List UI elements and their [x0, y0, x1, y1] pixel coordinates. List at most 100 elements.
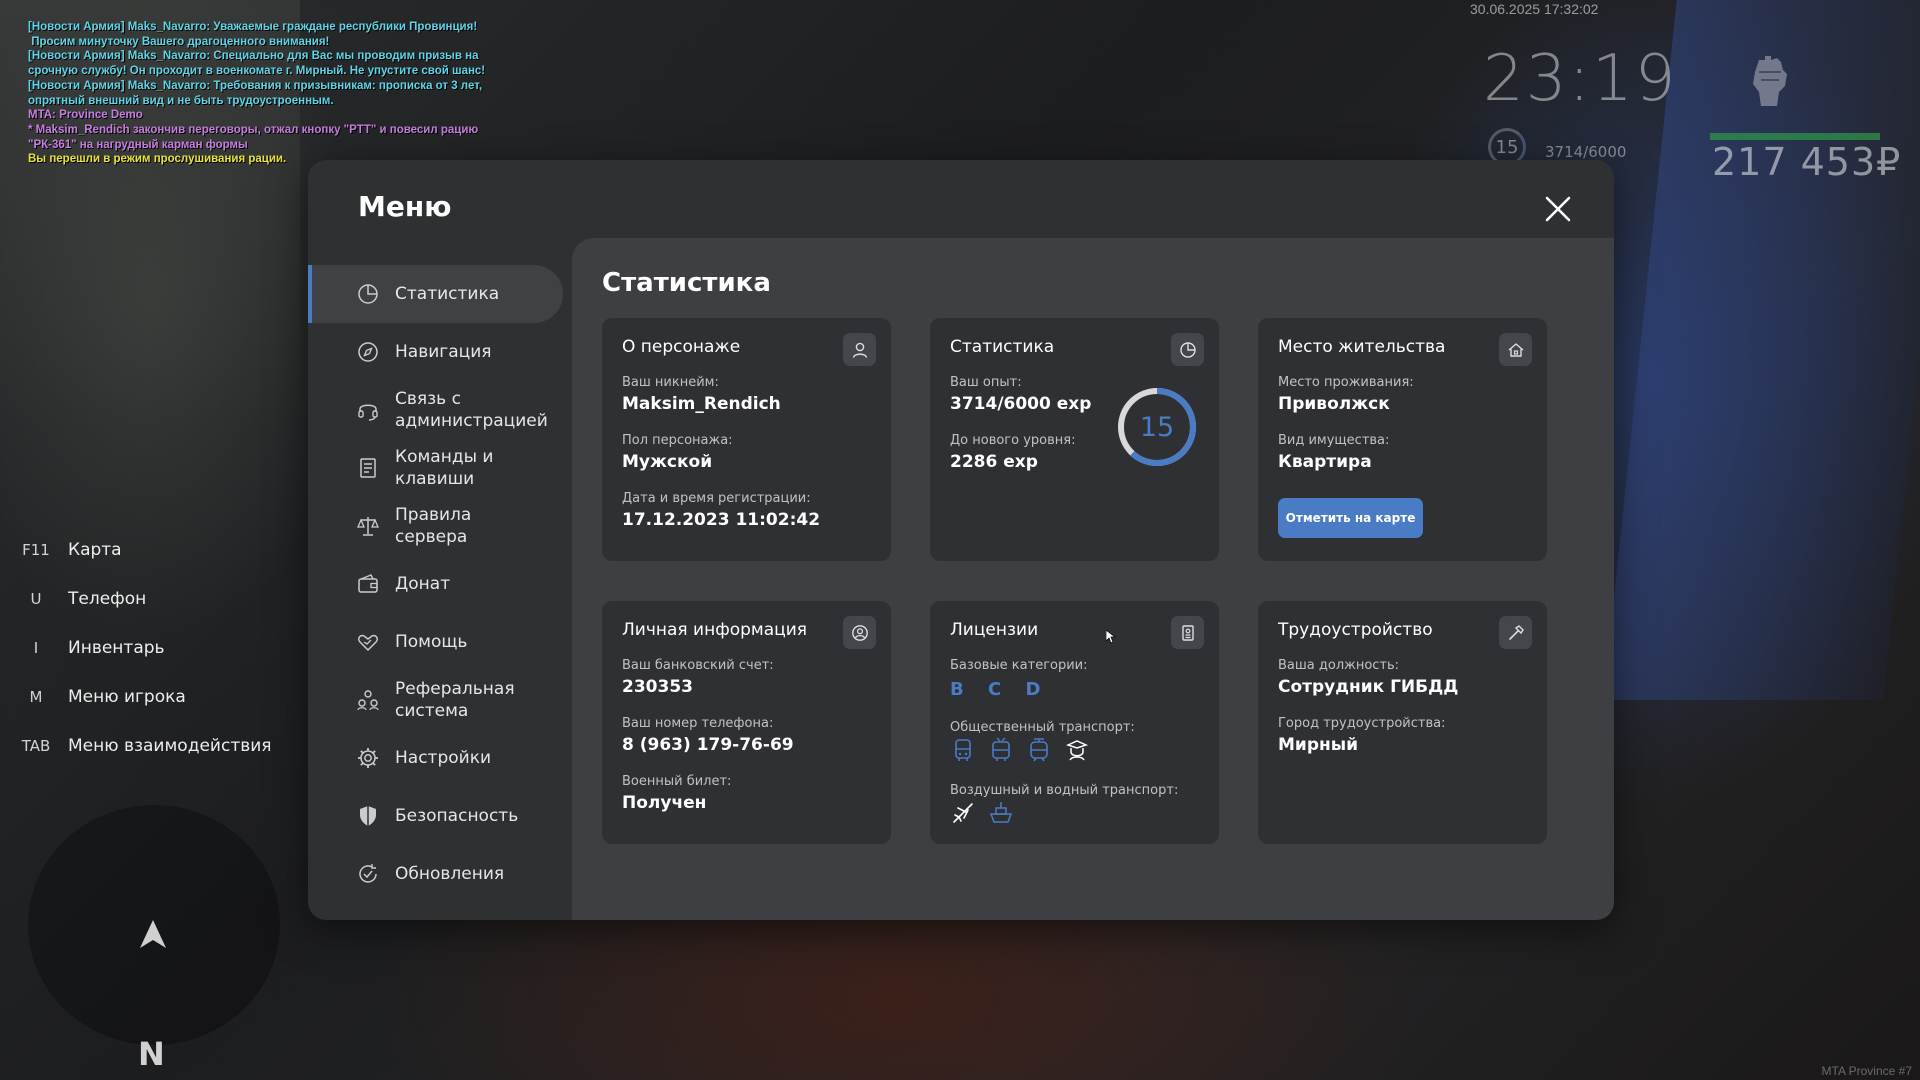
minimap-north-label: N	[138, 1035, 165, 1073]
home-icon	[1499, 333, 1532, 366]
sidebar-item-label: Безопасность	[395, 806, 519, 826]
modal-title: Меню	[358, 190, 452, 223]
gender-label: Пол персонажа:	[622, 433, 733, 448]
work-city-value: Мирный	[1278, 735, 1359, 755]
tram-icon	[1030, 738, 1048, 762]
sidebar-item-label: Помощь	[395, 632, 468, 652]
card-residence: Место жительства Место проживания: Приво…	[1258, 318, 1547, 561]
card-personal-info: Личная информация Ваш банковский счет: 2…	[602, 601, 891, 844]
mark-on-map-button[interactable]: Отметить на карте	[1278, 498, 1423, 538]
people-icon	[357, 690, 379, 711]
sidebar-item[interactable]: Обновления	[308, 845, 563, 903]
sidebar-item-label: Донат	[395, 574, 451, 594]
keybind-key: M	[29, 687, 43, 706]
sidebar-item[interactable]: Правила сервера	[308, 497, 563, 555]
hammer-icon	[1499, 616, 1532, 649]
player-arrow-icon	[140, 920, 166, 952]
card-title: Статистика	[950, 337, 1055, 357]
keybind-label: Телефон	[68, 588, 147, 609]
chat-line: MTA: Province Demo	[28, 109, 143, 122]
air-water-label: Воздушный и водный транспорт:	[950, 783, 1179, 798]
property-type-value: Квартира	[1278, 452, 1372, 472]
sidebar-nav: Статистика Навигация Связь с администрацие…	[308, 265, 563, 903]
card-title: Личная информация	[622, 620, 808, 640]
plane-icon	[953, 803, 973, 823]
base-categories-label: Базовые категории:	[950, 658, 1088, 673]
reg-value: 17.12.2023 11:02:42	[622, 510, 821, 530]
hud-exp: 3714/6000	[1545, 143, 1627, 161]
boat-icon	[989, 802, 1013, 823]
keybind-item: M Меню игрока	[18, 672, 272, 721]
hud-health-bar	[1710, 133, 1880, 140]
sidebar-item[interactable]: Настройки	[308, 729, 563, 787]
military-value: Получен	[622, 793, 707, 813]
wallet-icon	[358, 574, 378, 593]
server-label: MTA Province #7	[1821, 1064, 1912, 1078]
exp-label: Ваш опыт:	[950, 375, 1022, 390]
hud-datetime: 30.06.2025 17:32:02	[1470, 1, 1599, 17]
shield-icon	[360, 806, 376, 826]
position-value: Сотрудник ГИБДД	[1278, 677, 1459, 697]
sidebar-item[interactable]: Команды и клавиши	[308, 439, 563, 497]
content-panel: Статистика О персонаже Ваш никнейм: Maks…	[572, 238, 1614, 920]
military-label: Военный билет:	[622, 774, 732, 789]
sidebar-item-label: Команды и клавиши	[395, 447, 494, 489]
headset-icon	[358, 404, 378, 421]
pie-chart-icon	[358, 284, 378, 304]
sidebar-item-label: Статистика	[395, 284, 500, 304]
gear-icon	[358, 748, 378, 768]
sidebar-item[interactable]: Безопасность	[308, 787, 563, 845]
chat-line: [Новости Армия] Maks_Navarro: Требования…	[28, 79, 486, 107]
sidebar-item[interactable]: Донат	[308, 555, 563, 613]
keybind-label: Инвентарь	[68, 637, 165, 658]
next-level-value: 2286 exp	[950, 452, 1038, 472]
keybind-item: U Телефон	[18, 574, 272, 623]
card-about: О персонаже Ваш никнейм: Maksim_Rendich …	[602, 318, 891, 561]
keybind-key: TAB	[21, 736, 51, 755]
keybind-item: F11 Карта	[18, 525, 272, 574]
compass-icon	[358, 342, 378, 362]
public-transport-icons	[950, 737, 1090, 763]
sidebar-item[interactable]: Реферальная система	[308, 671, 563, 729]
nickname-value: Maksim_Rendich	[622, 394, 781, 414]
keybind-key: F11	[22, 540, 50, 559]
sidebar-item[interactable]: Связь с администрацией	[308, 381, 563, 439]
hud-money: 217 453₽	[1712, 140, 1902, 184]
residence-place-label: Место проживания:	[1278, 375, 1414, 390]
metro-driver-icon	[1065, 740, 1089, 761]
document-icon	[360, 458, 376, 478]
phone-value: 8 (963) 179-76-69	[622, 735, 794, 755]
card-employment: Трудоустройство Ваша должность: Сотрудни…	[1258, 601, 1547, 844]
bus-icon	[955, 739, 971, 761]
scales-icon	[357, 517, 379, 536]
sidebar-item-label: Связь с администрацией	[395, 389, 548, 431]
work-city-label: Город трудоустройства:	[1278, 716, 1446, 731]
sidebar-item-label: Навигация	[395, 342, 492, 362]
sidebar-item[interactable]: Статистика	[308, 265, 563, 323]
chat-log: [Новости Армия] Maks_Navarro: Уважаемые …	[28, 20, 528, 167]
user-circle-icon	[843, 616, 876, 649]
sidebar-item-label: Обновления	[395, 864, 505, 884]
user-icon	[843, 333, 876, 366]
card-title: Место жительства	[1278, 337, 1446, 357]
trolleybus-icon	[992, 737, 1010, 761]
keybind-label: Меню игрока	[68, 686, 186, 707]
keybind-item: TAB Меню взаимодействия	[18, 721, 272, 770]
level-progress-ring: 15	[1118, 388, 1196, 466]
card-statistics: Статистика Ваш опыт: 3714/6000 exp До но…	[930, 318, 1219, 561]
residence-place-value: Приволжск	[1278, 394, 1390, 414]
close-button[interactable]	[1542, 193, 1574, 225]
sidebar-item-label: Настройки	[395, 748, 492, 768]
heart-hand-icon	[358, 634, 378, 652]
exp-value: 3714/6000 exp	[950, 394, 1092, 414]
air-water-icons	[950, 800, 1014, 826]
sidebar-item-label: Правила сервера	[395, 505, 472, 547]
refresh-check-icon	[359, 864, 377, 883]
next-level-label: До нового уровня:	[950, 433, 1076, 448]
base-categories-value: B C D	[950, 679, 1050, 700]
chat-line: * Maksim_Rendich закончив переговоры, от…	[28, 123, 482, 151]
license-document-icon	[1171, 616, 1204, 649]
sidebar-item[interactable]: Навигация	[308, 323, 563, 381]
sidebar-item[interactable]: Помощь	[308, 613, 563, 671]
bank-value: 230353	[622, 677, 693, 697]
